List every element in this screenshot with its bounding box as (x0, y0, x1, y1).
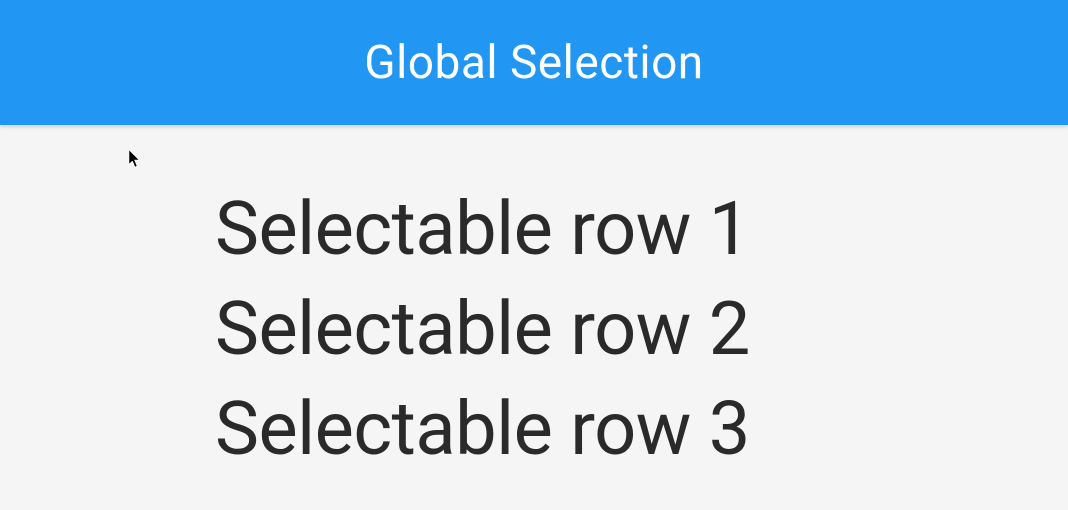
selectable-row[interactable]: Selectable row 2 (215, 280, 1068, 380)
page-title: Global Selection (364, 36, 703, 90)
content-area: Selectable row 1 Selectable row 2 Select… (0, 125, 1068, 480)
app-header: Global Selection (0, 0, 1068, 125)
selectable-row[interactable]: Selectable row 1 (215, 180, 1068, 280)
selectable-row[interactable]: Selectable row 3 (215, 380, 1068, 480)
